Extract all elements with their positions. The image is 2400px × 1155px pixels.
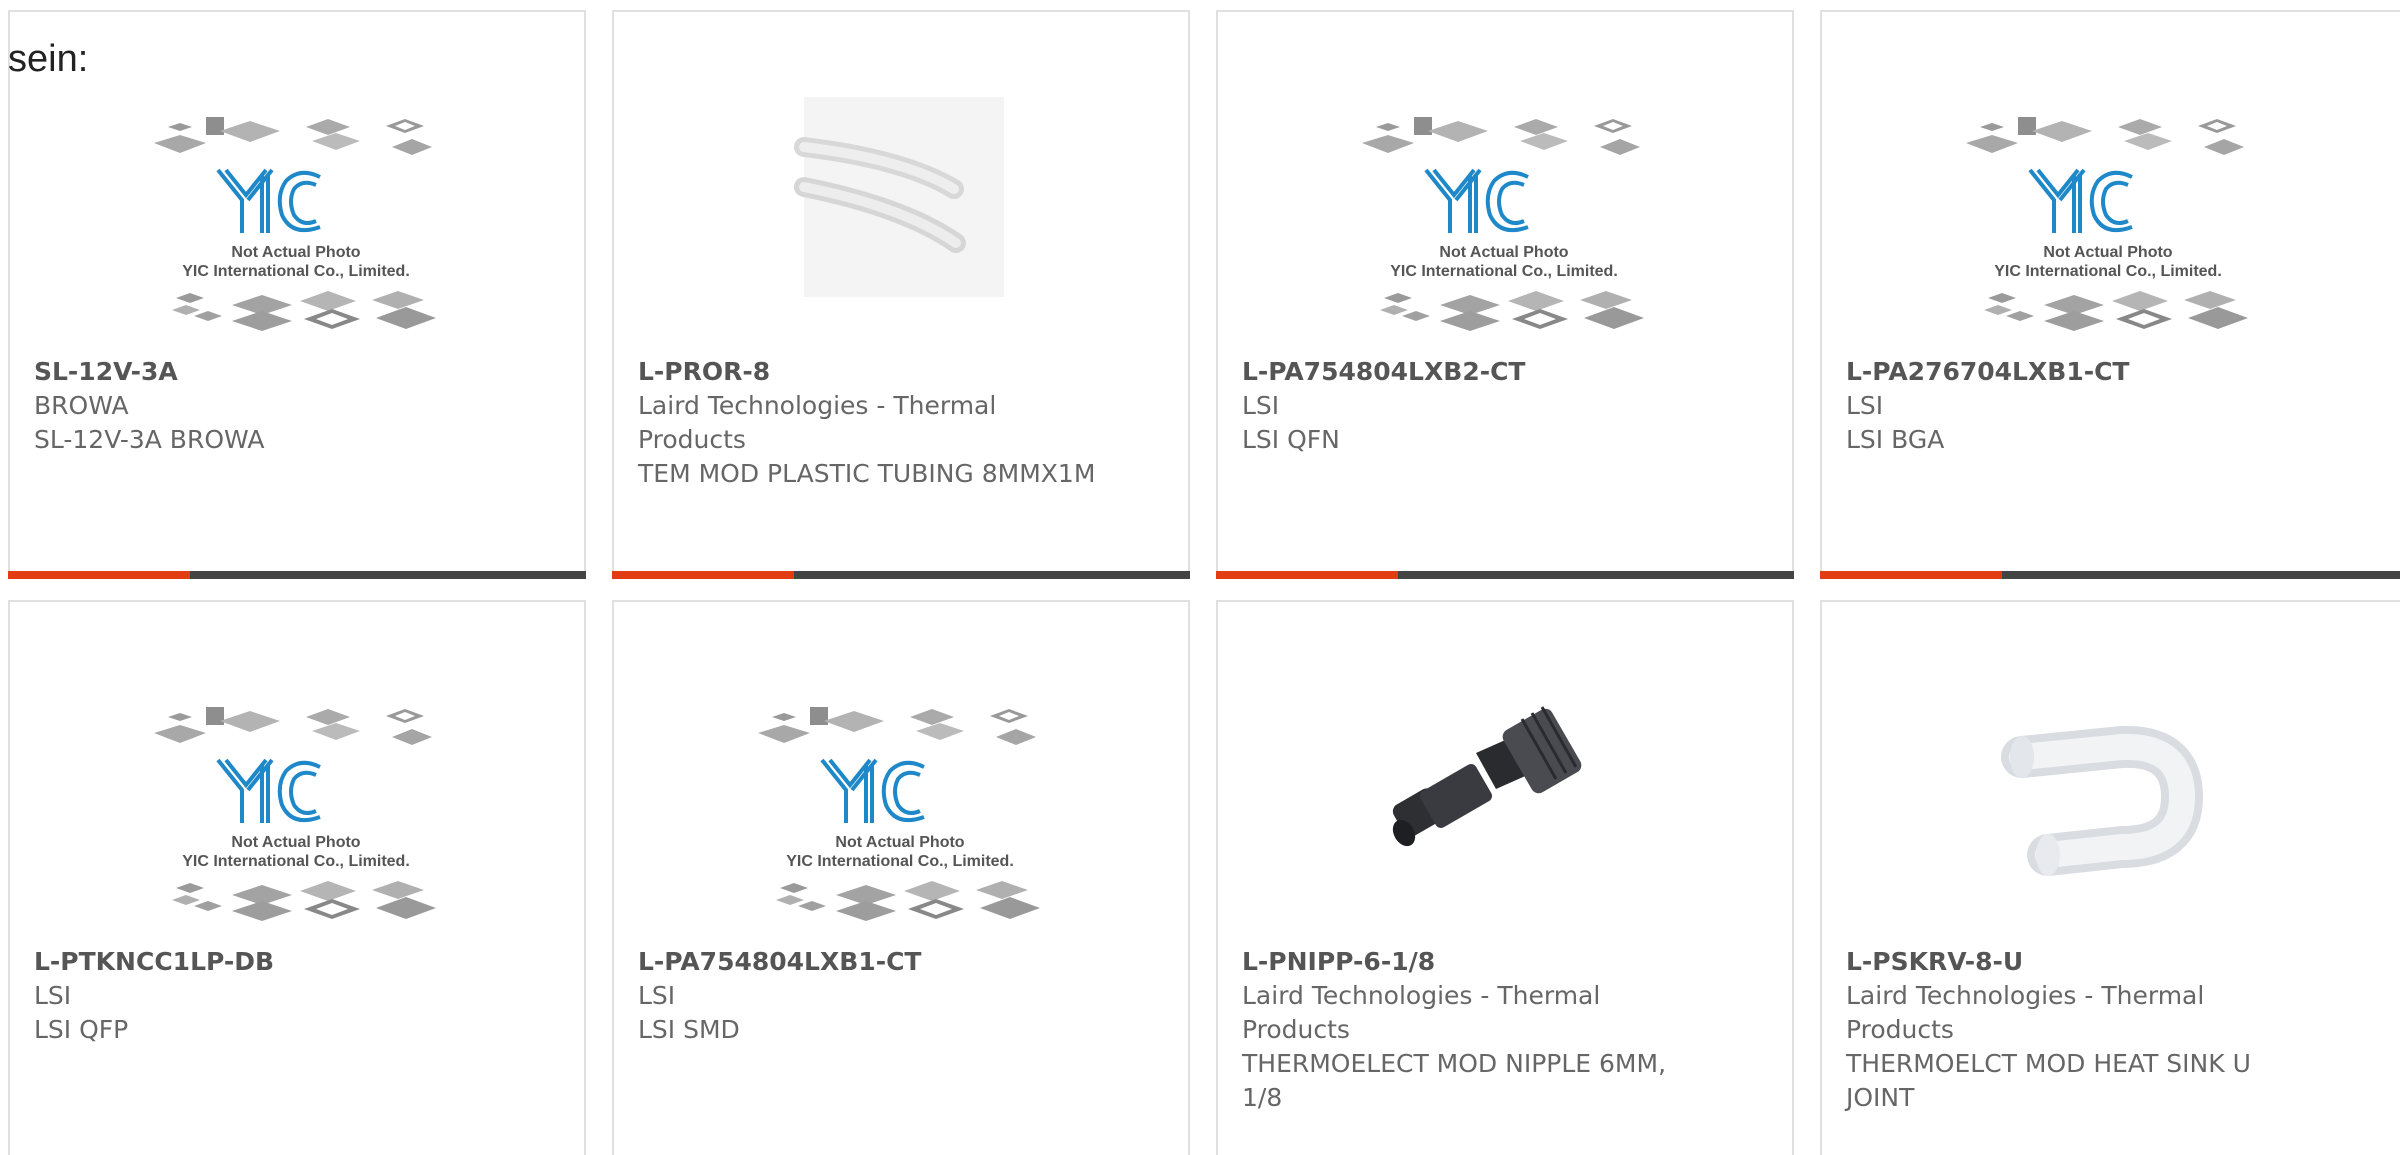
product-info: L-PTKNCC1LP-DB LSI LSI QFP bbox=[34, 945, 494, 1047]
product-card[interactable]: L-PA276704LXB1-CT LSI LSI BGA bbox=[1820, 10, 2400, 579]
product-info: L-PNIPP-6-1/8 Laird Technologies - Therm… bbox=[1242, 945, 1702, 1115]
part-number-link[interactable]: SL-12V-3A bbox=[34, 355, 494, 389]
card-bottom-bar bbox=[1216, 571, 1794, 579]
product-card[interactable]: L-PNIPP-6-1/8 Laird Technologies - Therm… bbox=[1216, 600, 1794, 1155]
card-accent-bar bbox=[1216, 571, 1398, 579]
part-number-link[interactable]: L-PNIPP-6-1/8 bbox=[1242, 945, 1702, 979]
product-card[interactable]: L-PA754804LXB2-CT LSI LSI QFN bbox=[1216, 10, 1794, 579]
card-bottom-bar bbox=[1820, 571, 2400, 579]
manufacturer: LSI bbox=[34, 981, 72, 1010]
card-accent-bar bbox=[8, 571, 190, 579]
description: LSI QFP bbox=[34, 1015, 129, 1044]
product-image-placeholder[interactable] bbox=[10, 97, 584, 357]
product-info: L-PA754804LXB1-CT LSI LSI SMD bbox=[638, 945, 1098, 1047]
product-image-placeholder[interactable] bbox=[614, 687, 1188, 947]
manufacturer: LSI bbox=[1242, 391, 1280, 420]
card-accent-bar bbox=[612, 571, 794, 579]
part-number-link[interactable]: L-PROR-8 bbox=[638, 355, 1098, 389]
part-number-link[interactable]: L-PA276704LXB1-CT bbox=[1846, 355, 2306, 389]
manufacturer: Laird Technologies - Thermal Products bbox=[1242, 981, 1601, 1044]
product-image-nipple-fitting[interactable] bbox=[1218, 687, 1792, 947]
product-info: L-PROR-8 Laird Technologies - Thermal Pr… bbox=[638, 355, 1098, 491]
description: LSI BGA bbox=[1846, 425, 1945, 454]
card-accent-bar bbox=[1820, 571, 2002, 579]
manufacturer: BROWA bbox=[34, 391, 129, 420]
description: TEM MOD PLASTIC TUBING 8MMX1M bbox=[638, 459, 1096, 488]
product-grid-page: sein: SL-12V-3A BROWA SL-12V-3A BROWA L-… bbox=[0, 0, 2400, 1155]
product-info: SL-12V-3A BROWA SL-12V-3A BROWA bbox=[34, 355, 494, 457]
intro-text: sein: bbox=[8, 38, 89, 80]
product-card[interactable]: L-PTKNCC1LP-DB LSI LSI QFP bbox=[8, 600, 586, 1155]
description: THERMOELCT MOD HEAT SINK U JOINT bbox=[1846, 1049, 2251, 1112]
description: THERMOELECT MOD NIPPLE 6MM, 1/8 bbox=[1242, 1049, 1667, 1112]
manufacturer: Laird Technologies - Thermal Products bbox=[638, 391, 997, 454]
product-image-placeholder[interactable] bbox=[10, 687, 584, 947]
description: SL-12V-3A BROWA bbox=[34, 425, 265, 454]
product-info: L-PA754804LXB2-CT LSI LSI QFN bbox=[1242, 355, 1702, 457]
manufacturer: LSI bbox=[1846, 391, 1884, 420]
product-image-plastic-tubing[interactable] bbox=[614, 97, 1188, 357]
product-image-u-joint-tube[interactable] bbox=[1822, 687, 2396, 947]
product-card[interactable]: L-PSKRV-8-U Laird Technologies - Thermal… bbox=[1820, 600, 2400, 1155]
manufacturer: LSI bbox=[638, 981, 676, 1010]
description: LSI QFN bbox=[1242, 425, 1340, 454]
product-card[interactable]: L-PROR-8 Laird Technologies - Thermal Pr… bbox=[612, 10, 1190, 579]
product-info: L-PA276704LXB1-CT LSI LSI BGA bbox=[1846, 355, 2306, 457]
product-image-placeholder[interactable] bbox=[1218, 97, 1792, 357]
part-number-link[interactable]: L-PTKNCC1LP-DB bbox=[34, 945, 494, 979]
description: LSI SMD bbox=[638, 1015, 740, 1044]
product-image-placeholder[interactable] bbox=[1822, 97, 2396, 357]
product-card[interactable]: L-PA754804LXB1-CT LSI LSI SMD bbox=[612, 600, 1190, 1155]
part-number-link[interactable]: L-PSKRV-8-U bbox=[1846, 945, 2306, 979]
card-bottom-bar bbox=[612, 571, 1190, 579]
product-info: L-PSKRV-8-U Laird Technologies - Thermal… bbox=[1846, 945, 2306, 1115]
part-number-link[interactable]: L-PA754804LXB1-CT bbox=[638, 945, 1098, 979]
card-bottom-bar bbox=[8, 571, 586, 579]
product-card[interactable]: SL-12V-3A BROWA SL-12V-3A BROWA bbox=[8, 10, 586, 579]
part-number-link[interactable]: L-PA754804LXB2-CT bbox=[1242, 355, 1702, 389]
manufacturer: Laird Technologies - Thermal Products bbox=[1846, 981, 2205, 1044]
